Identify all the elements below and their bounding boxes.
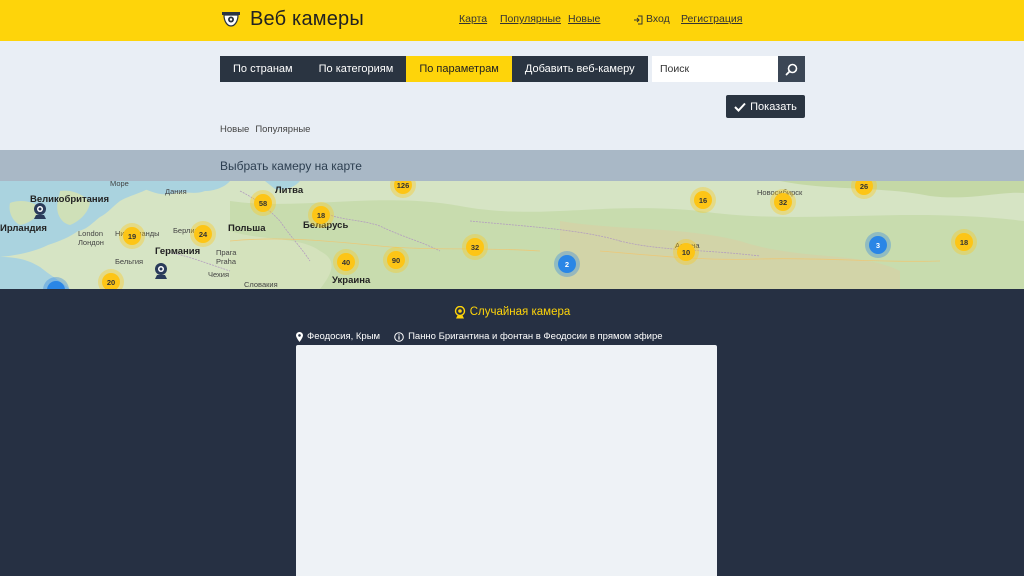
map-cluster[interactable]: 20 bbox=[98, 269, 124, 289]
map-label-london-ru: Лондон bbox=[78, 238, 104, 247]
camera-location: Феодосия, Крым bbox=[307, 331, 381, 342]
map-cluster[interactable]: 19 bbox=[119, 223, 145, 249]
logo-text: Веб камеры bbox=[250, 8, 364, 30]
new-link[interactable]: Новые bbox=[568, 13, 600, 26]
map-cluster[interactable]: 3 bbox=[865, 232, 891, 258]
map-cluster[interactable]: 58 bbox=[250, 190, 276, 216]
map-cluster[interactable]: 32 bbox=[462, 234, 488, 260]
map-label-slovakia: Словакия bbox=[244, 280, 278, 289]
category-nav: По странам По категориям По параметрам Д… bbox=[220, 56, 648, 82]
popular-link[interactable]: Популярные bbox=[500, 13, 561, 26]
info-icon bbox=[394, 332, 404, 342]
tab-by-category[interactable]: По категориям bbox=[305, 56, 407, 82]
camera-map[interactable]: Море Великобритания Ирландия Дания Литва… bbox=[0, 181, 1024, 289]
map-label-ukraine: Украина bbox=[332, 275, 371, 286]
webcam-icon bbox=[454, 305, 465, 318]
login-label: Вход bbox=[646, 13, 670, 25]
top-header: Веб камеры Карта Популярные Новые Вход Р… bbox=[0, 0, 1024, 41]
random-camera-section: Случайная камера Феодосия, Крым Панно Бр… bbox=[0, 289, 1024, 576]
map-cluster[interactable]: 16 bbox=[690, 187, 716, 213]
map-label-czech: Чехия bbox=[208, 270, 230, 279]
webcam-marker-icon[interactable] bbox=[31, 202, 49, 220]
map-cluster[interactable]: 18 bbox=[308, 202, 334, 228]
map-label-denmark: Дания bbox=[165, 187, 187, 196]
map-cluster[interactable]: 10 bbox=[673, 239, 699, 265]
map-cluster[interactable]: 32 bbox=[770, 189, 796, 215]
tab-by-country[interactable]: По странам bbox=[220, 56, 306, 82]
map-cluster[interactable]: 24 bbox=[190, 221, 216, 247]
register-link[interactable]: Регистрация bbox=[681, 13, 742, 26]
map-label-praha: Praha bbox=[216, 257, 237, 266]
map-label-more: Море bbox=[110, 181, 129, 188]
map-section-title: Выбрать камеру на карте bbox=[220, 159, 362, 173]
show-button-label: Показать bbox=[750, 100, 797, 113]
camera-video-player[interactable] bbox=[296, 345, 717, 576]
login-icon bbox=[634, 15, 643, 24]
site-logo[interactable]: Веб камеры bbox=[220, 5, 364, 33]
map-label-lithuania: Литва bbox=[275, 185, 304, 196]
camera-description: Панно Бригантина и фонтан в Феодосии в п… bbox=[408, 331, 663, 342]
breadcrumb: Новые Популярные bbox=[220, 124, 316, 136]
map-link[interactable]: Карта bbox=[459, 13, 487, 26]
map-cluster[interactable]: 40 bbox=[333, 249, 359, 275]
security-camera-icon bbox=[222, 12, 240, 27]
search-icon bbox=[785, 63, 798, 75]
map-cluster[interactable]: 2 bbox=[554, 251, 580, 277]
random-camera-meta: Феодосия, Крым Панно Бригантина и фонтан… bbox=[296, 331, 677, 343]
map-label-ireland: Ирландия bbox=[0, 223, 47, 234]
breadcrumb-new[interactable]: Новые bbox=[220, 124, 249, 135]
map-label-belgium: Бельгия bbox=[115, 257, 144, 266]
location-pin-icon bbox=[296, 332, 303, 342]
random-camera-title[interactable]: Случайная камера bbox=[0, 305, 1024, 319]
login-link[interactable]: Вход bbox=[633, 13, 670, 26]
webcam-marker-icon[interactable] bbox=[152, 262, 170, 280]
map-cluster[interactable]: 90 bbox=[383, 247, 409, 273]
checkmark-icon bbox=[734, 102, 746, 112]
search-button[interactable] bbox=[778, 56, 805, 82]
search-input[interactable] bbox=[652, 56, 778, 82]
map-cluster[interactable]: 18 bbox=[951, 229, 977, 255]
breadcrumb-popular[interactable]: Популярные bbox=[255, 124, 310, 135]
tab-by-parameters[interactable]: По параметрам bbox=[406, 56, 512, 82]
map-label-germany: Германия bbox=[155, 246, 201, 257]
tab-add-webcam[interactable]: Добавить веб-камеру bbox=[511, 56, 648, 82]
map-section-header: Выбрать камеру на карте bbox=[0, 150, 1024, 181]
show-button[interactable]: Показать bbox=[726, 95, 805, 118]
map-label-poland: Польша bbox=[228, 223, 266, 234]
